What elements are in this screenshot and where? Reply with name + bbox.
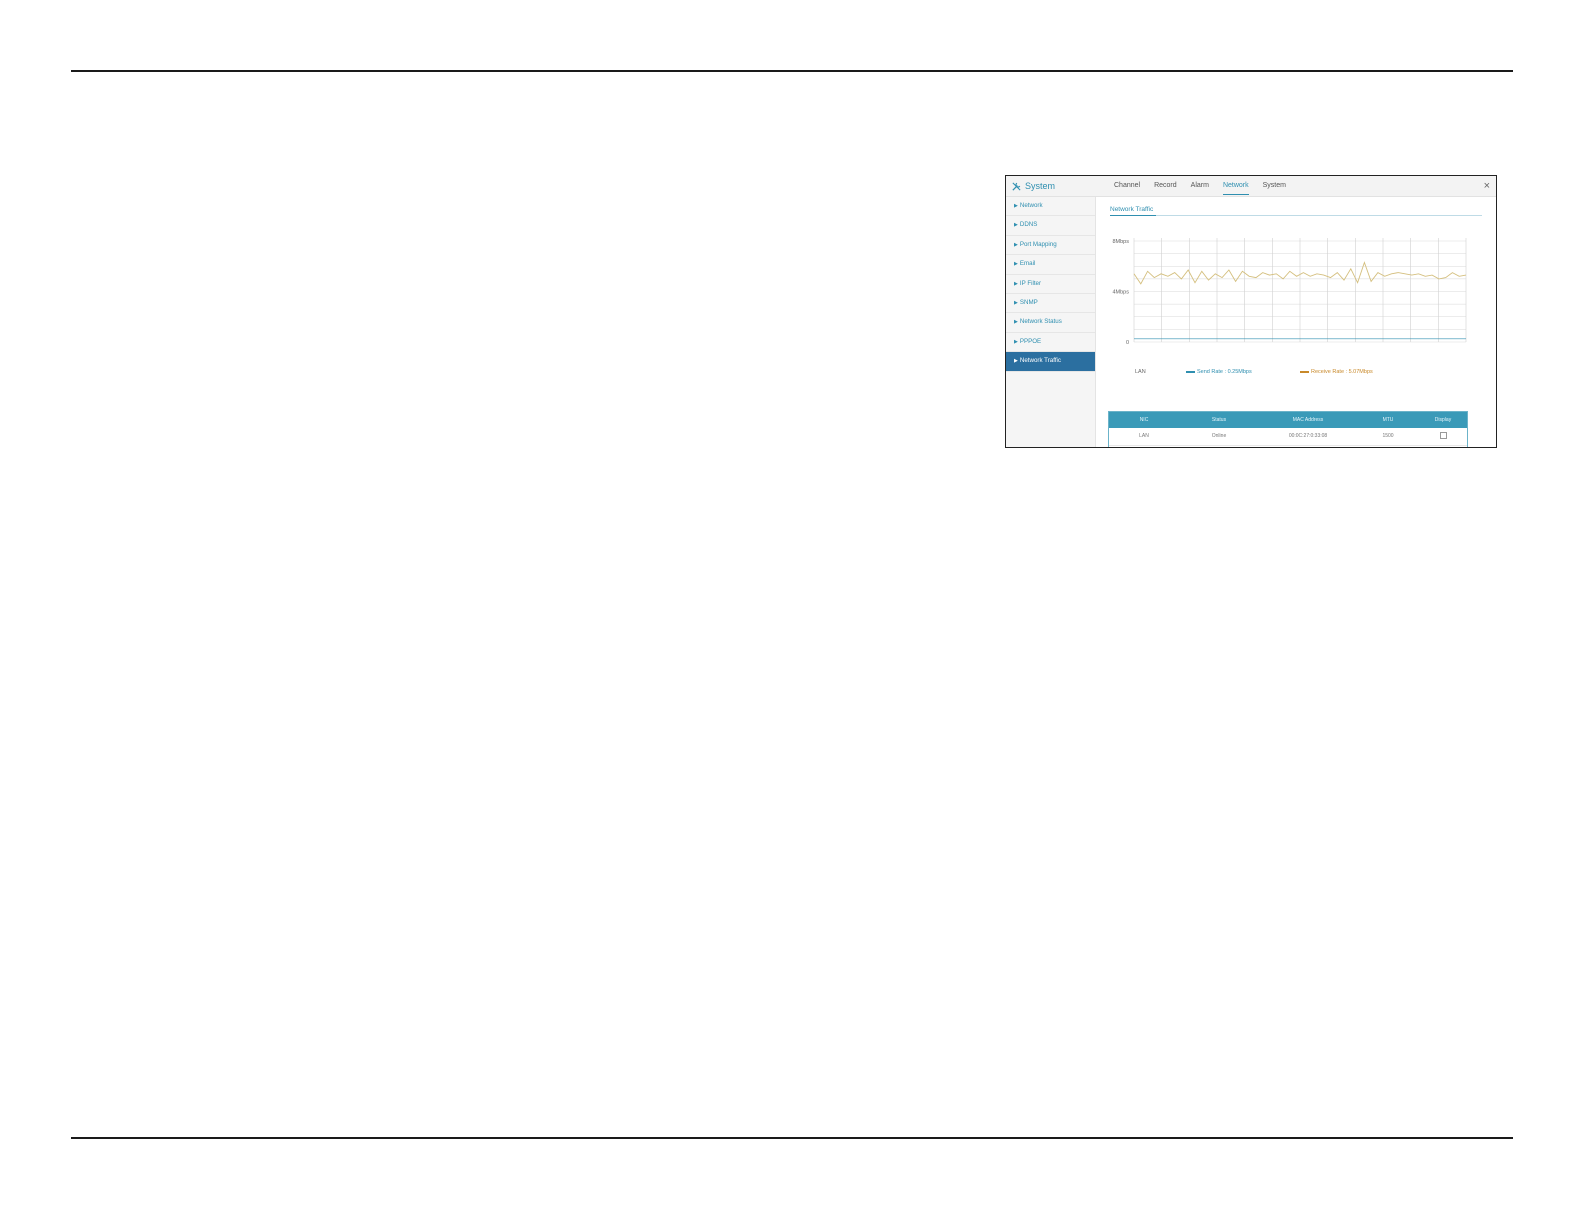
nvr-settings-window: System Channel Record Alarm Network Syst… xyxy=(1005,175,1497,448)
sidebar-item-label: PPPOE xyxy=(1019,337,1042,345)
tab-alarm[interactable]: Alarm xyxy=(1184,176,1216,196)
traffic-chart: 8Mbps 4Mbps 0 xyxy=(1112,238,1467,346)
legend-send: Send Rate : 0.25Mbps xyxy=(1186,369,1252,375)
legend-send-label: Send Rate : 0.25Mbps xyxy=(1197,369,1252,375)
sidebar-item-label: Network Status xyxy=(1019,318,1062,326)
display-checkbox[interactable] xyxy=(1439,432,1447,440)
tab-network[interactable]: Network xyxy=(1216,176,1256,196)
header-nic: NIC xyxy=(1139,417,1149,423)
y-tick-label: 4Mbps xyxy=(1112,290,1129,296)
header-mac: MAC Address xyxy=(1292,417,1324,423)
sidebar-item-network-status[interactable]: ▶ Network Status xyxy=(1006,313,1095,333)
sidebar-item-label: IP Filter xyxy=(1019,279,1042,287)
sidebar-item-network-traffic[interactable]: ▶ Network Traffic xyxy=(1006,352,1095,372)
sidebar: ▶ Network ▶ DDNS ▶ Port Mapping ▶ Email ▶ IP … xyxy=(1006,197,1096,447)
cell-nic: LAN xyxy=(1139,433,1149,439)
sidebar-item-port-mapping[interactable]: ▶ Port Mapping xyxy=(1006,236,1095,256)
close-icon[interactable]: × xyxy=(1484,178,1490,194)
sidebar-item-ip-filter[interactable]: ▶ IP Filter xyxy=(1006,275,1095,294)
header-mtu: MTU xyxy=(1382,417,1394,423)
cell-status: Online xyxy=(1211,433,1227,439)
receive-swatch xyxy=(1300,371,1309,373)
header-display: Display xyxy=(1434,417,1452,423)
y-tick-label: 0 xyxy=(1126,340,1129,346)
tab-record[interactable]: Record xyxy=(1147,176,1184,196)
send-swatch xyxy=(1186,371,1195,373)
sidebar-item-label: DDNS xyxy=(1019,221,1038,229)
window-title: System xyxy=(1025,181,1056,191)
header-status: Status xyxy=(1211,417,1227,423)
sidebar-item-email[interactable]: ▶ Email xyxy=(1006,255,1095,275)
sidebar-item-label: Port Mapping xyxy=(1019,240,1057,248)
cell-mtu: 1500 xyxy=(1382,433,1394,439)
play-arrow-icon: ▶ xyxy=(1014,261,1018,268)
sidebar-item-label: Email xyxy=(1019,260,1036,268)
table-row[interactable]: LAN Online 00:0C:27:0:33:08 1500 xyxy=(1109,428,1467,446)
cell-display xyxy=(1419,428,1467,445)
title-bar: System Channel Record Alarm Network Syst… xyxy=(1006,176,1496,197)
play-arrow-icon: ▶ xyxy=(1014,241,1018,248)
tab-channel[interactable]: Channel xyxy=(1107,176,1147,196)
nic-table: NIC Status MAC Address MTU Display LAN O… xyxy=(1108,411,1468,447)
play-arrow-icon: ▶ xyxy=(1014,280,1018,287)
sidebar-item-ddns[interactable]: ▶ DDNS xyxy=(1006,216,1095,236)
play-arrow-icon: ▶ xyxy=(1014,358,1018,365)
sidebar-item-label: Network xyxy=(1019,202,1043,209)
cell-mac: 00:0C:27:0:33:08 xyxy=(1288,433,1328,439)
page-top-rule xyxy=(71,70,1513,72)
play-arrow-icon: ▶ xyxy=(1014,203,1018,209)
y-tick-label: 8Mbps xyxy=(1112,239,1129,245)
play-arrow-icon: ▶ xyxy=(1014,222,1018,229)
play-arrow-icon: ▶ xyxy=(1014,338,1018,345)
play-arrow-icon: ▶ xyxy=(1014,299,1018,306)
app-title: System xyxy=(1011,179,1055,193)
sidebar-item-label: Network Traffic xyxy=(1019,357,1062,365)
sidebar-item-network[interactable]: ▶ Network xyxy=(1006,197,1095,217)
sidebar-item-pppoe[interactable]: ▶ PPPOE xyxy=(1006,333,1095,353)
legend-receive: Receive Rate : 5.07Mbps xyxy=(1300,369,1373,375)
tab-system[interactable]: System xyxy=(1256,176,1293,196)
top-tabs: Channel Record Alarm Network System xyxy=(1107,176,1293,196)
main-content: Network Traffic 8Mbps 4Mbps 0 LAN Send Rat… xyxy=(1096,197,1496,447)
table-header: NIC Status MAC Address MTU Display xyxy=(1109,412,1467,428)
page-bottom-rule xyxy=(71,1137,1513,1139)
legend-receive-label: Receive Rate : 5.07Mbps xyxy=(1311,369,1373,375)
sidebar-item-snmp[interactable]: ▶ SNMP xyxy=(1006,294,1095,314)
legend-nic: LAN xyxy=(1135,369,1146,375)
wrench-icon xyxy=(1012,181,1021,191)
sidebar-item-label: SNMP xyxy=(1019,298,1038,306)
play-arrow-icon: ▶ xyxy=(1014,319,1018,326)
